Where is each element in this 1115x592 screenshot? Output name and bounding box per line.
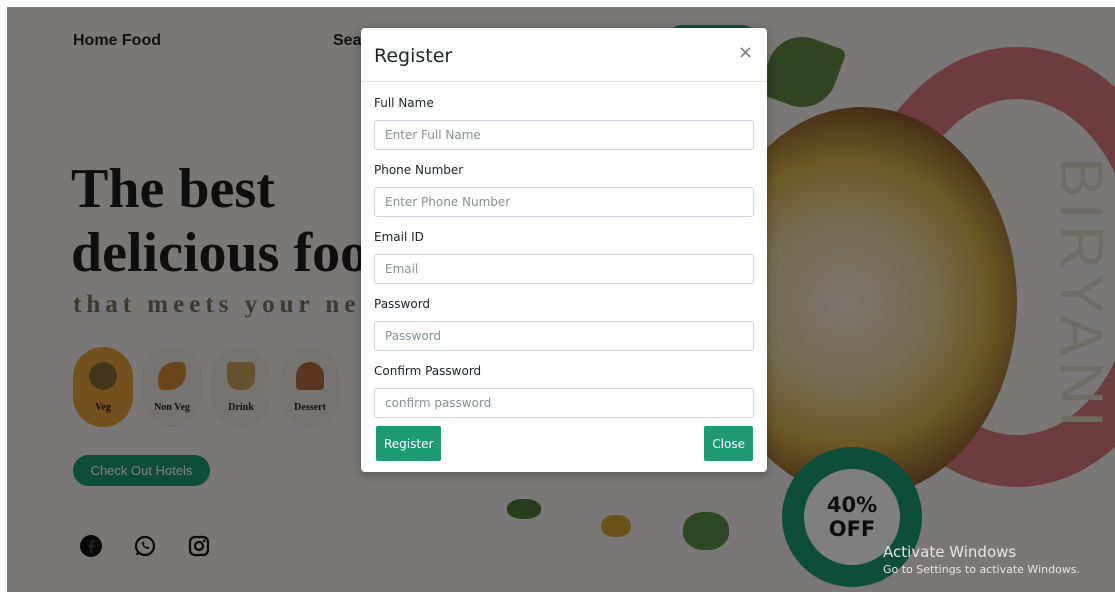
full-name-label: Full Name: [374, 96, 434, 110]
close-icon[interactable]: ×: [738, 42, 753, 63]
password-input[interactable]: [374, 321, 754, 351]
phone-number-label: Phone Number: [374, 163, 464, 177]
watermark-subtitle: Go to Settings to activate Windows.: [883, 563, 1081, 576]
phone-number-input[interactable]: [374, 187, 754, 217]
email-input[interactable]: [374, 254, 754, 284]
app-window: Home Food Sea The best delicious foo tha…: [7, 7, 1115, 592]
password-label: Password: [374, 297, 431, 311]
modal-footer: Register Close: [361, 412, 767, 472]
close-button[interactable]: Close: [704, 426, 753, 461]
modal-header: Register ×: [361, 28, 767, 82]
register-button[interactable]: Register: [376, 426, 442, 461]
activate-windows-watermark: Activate Windows Go to Settings to activ…: [883, 543, 1080, 576]
watermark-title: Activate Windows: [883, 543, 1017, 561]
register-modal: Register × Full Name Phone Number Email …: [361, 28, 767, 472]
modal-title: Register: [374, 45, 453, 67]
email-label: Email ID: [374, 230, 424, 244]
register-form: Full Name Phone Number Email ID Password…: [361, 82, 767, 418]
full-name-input[interactable]: [374, 120, 754, 150]
confirm-password-label: Confirm Password: [374, 364, 482, 378]
